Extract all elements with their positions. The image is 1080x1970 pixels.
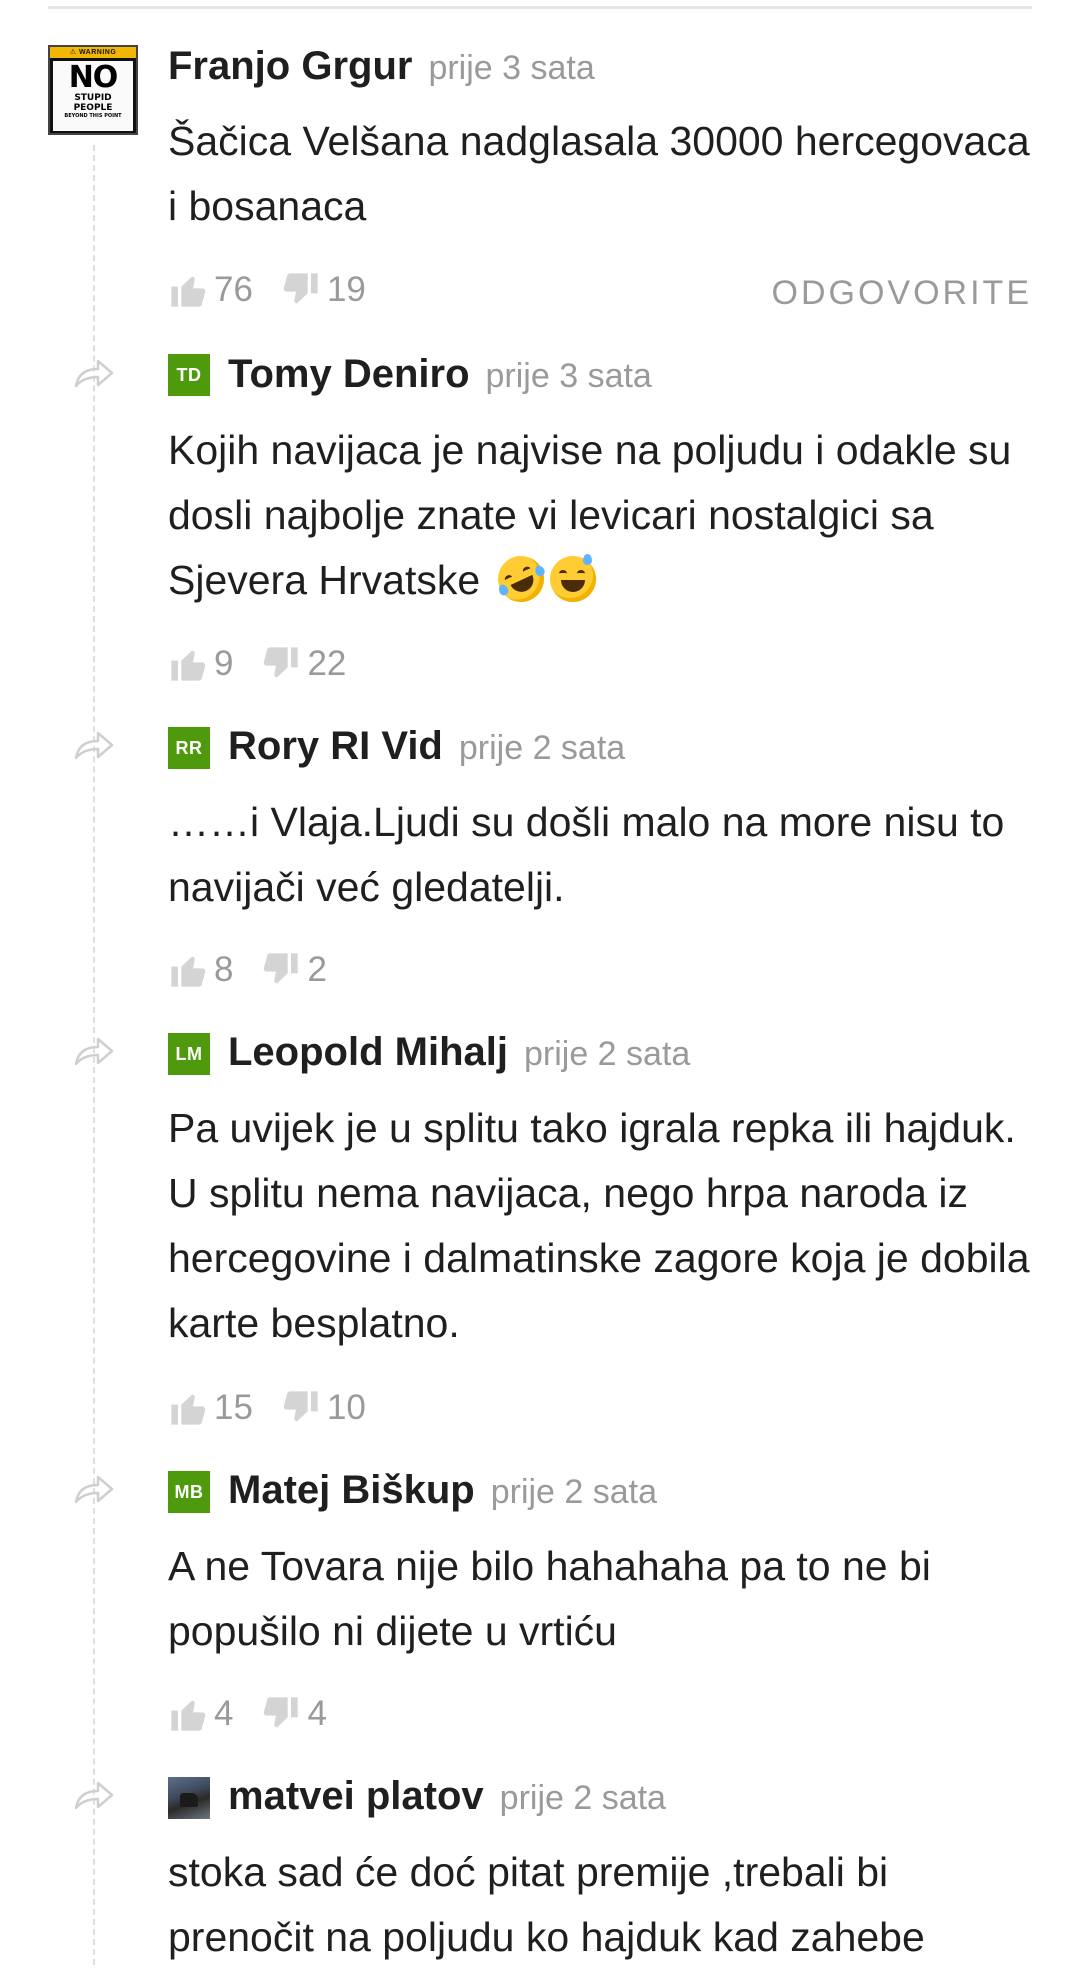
author-name[interactable]: Franjo Grgur <box>168 44 412 89</box>
thumbs-up-icon <box>171 956 206 987</box>
vote-bar: 76 19 <box>168 270 366 310</box>
comment-text: Pa uvijek je u splitu tako igrala repka … <box>168 1105 1030 1346</box>
like-button[interactable]: 8 <box>168 950 233 990</box>
comment-text: ……i Vlaja.Ljudi su došli malo na more ni… <box>168 799 1005 910</box>
reply-arrow-icon[interactable] <box>72 1034 116 1070</box>
reply-arrow-icon[interactable] <box>72 1472 116 1508</box>
dislike-count: 22 <box>307 644 347 683</box>
author-name[interactable]: Matej Biškup <box>228 1468 475 1513</box>
reply-arrow-icon[interactable] <box>72 356 116 392</box>
comment-text: A ne Tovara nije bilo hahahaha pa to ne … <box>168 1543 931 1654</box>
author-name[interactable]: Rory RI Vid <box>228 724 443 769</box>
thumbs-down-icon <box>264 647 299 678</box>
thumbs-up-icon <box>171 1394 206 1425</box>
thumbs-up-icon <box>171 276 206 307</box>
comment-time: prije 2 sata <box>490 1473 658 1511</box>
comment-time: prije 3 sata <box>485 357 652 395</box>
grinning-sweat-emoji <box>549 554 596 602</box>
like-count: 4 <box>214 1694 234 1733</box>
vote-bar: 15 10 <box>168 1388 366 1428</box>
vote-bar: 8 2 <box>168 950 327 990</box>
comment-text-block: Kojih navijaca je najvise na poljudu i o… <box>168 418 1038 613</box>
thumbs-up-icon <box>171 1700 206 1731</box>
avatar[interactable]: ⚠ WARNING NO STUPID PEOPLE BEYOND THIS P… <box>48 45 138 135</box>
dislike-count: 19 <box>326 270 366 309</box>
dislike-count: 2 <box>307 950 327 989</box>
rolling-on-floor-laughing-emoji <box>490 548 552 610</box>
thumbs-down-icon <box>264 1697 299 1728</box>
like-count: 9 <box>214 644 234 683</box>
author-name[interactable]: Leopold Mihalj <box>228 1030 508 1075</box>
comment-text: stoka sad će doć pitat premije ,trebali … <box>168 1849 925 1960</box>
vote-bar: 9 22 <box>168 644 346 684</box>
dislike-button[interactable]: 2 <box>261 950 327 990</box>
comment-time: prije 2 sata <box>499 1779 666 1817</box>
avatar-sign: NO STUPID PEOPLE BEYOND THIS POINT <box>53 61 133 131</box>
like-button[interactable]: 15 <box>168 1388 253 1428</box>
comment-text: Šačica Velšana nadglasala 30000 hercegov… <box>168 118 1030 229</box>
dislike-button[interactable]: 22 <box>261 644 346 684</box>
thumbs-down-icon <box>283 273 318 304</box>
reply-button[interactable]: ODGOVORITE <box>772 274 1032 313</box>
avatar-sign-line3: BEYOND THIS POINT <box>64 113 122 119</box>
like-button[interactable]: 76 <box>168 270 253 310</box>
thumbs-down-icon <box>283 1391 318 1422</box>
author-name[interactable]: matvei platov <box>228 1774 484 1819</box>
reply-arrow-icon[interactable] <box>72 728 116 764</box>
like-count: 8 <box>214 950 234 989</box>
like-button[interactable]: 4 <box>168 1694 233 1734</box>
like-button[interactable]: 9 <box>168 644 233 684</box>
comment-header: Franjo Grgur prije 3 sata <box>168 44 595 89</box>
reply-arrow-icon[interactable] <box>72 1778 116 1814</box>
dislike-count: 10 <box>326 1388 366 1427</box>
comment-time: prije 3 sata <box>428 49 595 87</box>
avatar-sign-line1: STUPID <box>74 93 112 103</box>
thumbs-up-icon <box>171 650 206 681</box>
comment-header: matvei platov prije 2 sata <box>168 1774 666 1819</box>
avatar-sign-line2: PEOPLE <box>73 103 113 113</box>
comment-header: Rory RI Vid prije 2 sata <box>168 724 625 769</box>
top-divider <box>48 6 1032 9</box>
dislike-count: 4 <box>307 1694 327 1733</box>
vote-bar: 4 4 <box>168 1694 327 1734</box>
dislike-button[interactable]: 19 <box>281 270 366 310</box>
dislike-button[interactable]: 10 <box>281 1388 366 1428</box>
avatar-sign-big: NO <box>68 60 119 95</box>
like-count: 76 <box>214 270 253 309</box>
comment-header: Tomy Deniro prije 3 sata <box>168 352 652 397</box>
comment-time: prije 2 sata <box>523 1035 691 1073</box>
avatar-warning-label: ⚠ WARNING <box>50 47 136 58</box>
thumbs-down-icon <box>264 953 299 984</box>
comment-header: Matej Biškup prije 2 sata <box>168 1468 657 1513</box>
like-count: 15 <box>214 1388 253 1427</box>
author-name[interactable]: Tomy Deniro <box>228 352 470 397</box>
dislike-button[interactable]: 4 <box>261 1694 327 1734</box>
comment-header: Leopold Mihalj prije 2 sata <box>168 1030 690 1075</box>
comment-time: prije 2 sata <box>458 729 626 767</box>
